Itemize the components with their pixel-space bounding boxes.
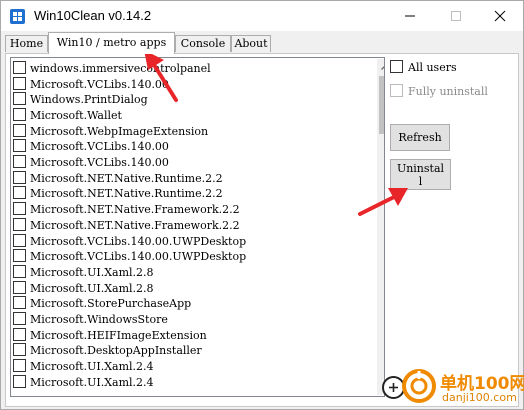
app-checkbox[interactable] [13,265,26,278]
app-name: Microsoft.VCLibs.140.00 [30,140,169,153]
app-checkbox[interactable] [13,359,26,372]
scroll-up-arrow-icon[interactable] [377,59,385,76]
app-name: Microsoft.VCLibs.140.00 [30,78,169,91]
app-name: Microsoft.UI.Xaml.2.4 [30,360,154,373]
app-name: Windows.PrintDialog [30,93,148,106]
app-checkbox[interactable] [13,328,26,341]
list-item[interactable]: Microsoft.HEIFImageExtension [13,328,207,343]
app-name: windows.immersivecontrolpanel [30,62,211,75]
list-item[interactable]: Microsoft.WebpImageExtension [13,124,208,139]
list-item[interactable]: Microsoft.VCLibs.140.00.UWPDesktop [13,249,246,264]
fully-uninstall-label: Fully uninstall [408,85,488,98]
app-checkbox[interactable] [13,343,26,356]
app-name: Microsoft.NET.Native.Runtime.2.2 [30,187,223,200]
apps-listbox[interactable]: windows.immersivecontrolpanel Microsoft.… [10,57,385,397]
app-name: Microsoft.UI.Xaml.2.8 [30,266,154,279]
list-item[interactable]: Microsoft.NET.Native.Runtime.2.2 [13,186,223,201]
list-item[interactable]: Microsoft.NET.Native.Framework.2.2 [13,202,240,217]
app-name: Microsoft.UI.Xaml.2.8 [30,282,154,295]
minimize-button[interactable] [387,1,433,31]
app-name: Microsoft.WebpImageExtension [30,125,209,138]
tab-about[interactable]: About [231,35,271,52]
maximize-button[interactable] [433,1,479,31]
app-name: Microsoft.Wallet [30,109,122,122]
list-item[interactable]: Microsoft.VCLibs.140.00 [13,155,169,170]
app-name: Microsoft.NET.Native.Framework.2.2 [30,203,240,216]
app-checkbox[interactable] [13,312,26,325]
app-name: Microsoft.VCLibs.140.00.UWPDesktop [30,235,247,248]
app-checkbox[interactable] [13,61,26,74]
title-bar[interactable]: Win10Clean v0.14.2 [1,1,523,31]
tab-console[interactable]: Console [175,35,231,52]
app-checkbox[interactable] [13,108,26,121]
watermark-logo-icon [402,369,436,403]
minimize-icon [405,15,415,17]
vertical-scrollbar[interactable] [377,59,385,395]
list-item[interactable]: Microsoft.DesktopAppInstaller [13,343,202,358]
list-item[interactable]: Microsoft.UI.Xaml.2.8 [13,265,154,280]
uninstall-label-line2: l [418,175,423,188]
app-checkbox[interactable] [13,281,26,294]
app-checkbox[interactable] [13,249,26,262]
tab-home[interactable]: Home [5,35,48,52]
list-item[interactable]: Microsoft.WindowsStore [13,312,168,327]
app-name: Microsoft.VCLibs.140.00.UWPDesktop [30,250,247,263]
app-name: Microsoft.NET.Native.Framework.2.2 [30,219,240,232]
list-item[interactable]: windows.immersivecontrolpanel [13,61,211,76]
app-name: Microsoft.VCLibs.140.00 [30,156,169,169]
app-name: Microsoft.StorePurchaseApp [30,297,192,310]
app-name: Microsoft.WindowsStore [30,313,168,326]
all-users-checkbox[interactable] [390,60,403,73]
plus-icon [389,383,398,392]
list-item[interactable]: Microsoft.VCLibs.140.00 [13,77,169,92]
list-item[interactable]: Windows.PrintDialog [13,92,148,107]
app-checkbox[interactable] [13,186,26,199]
maximize-icon [451,11,461,21]
app-window: Win10Clean v0.14.2 Home Win10 / metro ap… [0,0,524,410]
app-checkbox[interactable] [13,296,26,309]
app-checkbox[interactable] [13,171,26,184]
tab-bar: Home Win10 / metro apps Console About [5,32,305,54]
list-item[interactable]: Microsoft.NET.Native.Framework.2.2 [13,218,240,233]
app-icon [10,9,25,24]
list-item[interactable]: Microsoft.NET.Native.Runtime.2.2 [13,171,223,186]
app-checkbox[interactable] [13,92,26,105]
list-item[interactable]: Microsoft.VCLibs.140.00.UWPDesktop [13,234,246,249]
app-checkbox[interactable] [13,218,26,231]
list-item[interactable]: Microsoft.UI.Xaml.2.8 [13,281,154,296]
app-checkbox[interactable] [13,124,26,137]
app-name: Microsoft.NET.Native.Runtime.2.2 [30,172,223,185]
app-checkbox[interactable] [13,155,26,168]
all-users-label: All users [408,61,457,74]
close-icon [494,10,506,22]
list-item[interactable]: Microsoft.UI.Xaml.2.4 [13,359,154,374]
app-checkbox[interactable] [13,234,26,247]
app-checkbox[interactable] [13,139,26,152]
app-name: Microsoft.DesktopAppInstaller [30,344,202,357]
app-checkbox[interactable] [13,77,26,90]
fully-uninstall-option: Fully uninstall [390,84,488,99]
scrollbar-thumb[interactable] [379,76,384,134]
app-name: Microsoft.UI.Xaml.2.4 [30,376,154,389]
uninstall-button[interactable]: Uninstal l [390,159,451,190]
app-checkbox[interactable] [13,375,26,388]
list-item[interactable]: Microsoft.Wallet [13,108,122,123]
app-checkbox[interactable] [13,202,26,215]
list-item[interactable]: Microsoft.StorePurchaseApp [13,296,191,311]
list-item[interactable]: Microsoft.UI.Xaml.2.4 [13,375,154,390]
all-users-option[interactable]: All users [390,60,457,75]
tab-win10-metro-apps[interactable]: Win10 / metro apps [48,32,175,54]
uninstall-label-line1: Uninstal [396,162,445,175]
list-item[interactable]: Microsoft.VCLibs.140.00 [13,139,169,154]
close-button[interactable] [477,1,523,31]
fully-uninstall-checkbox [390,84,403,97]
app-name: Microsoft.HEIFImageExtension [30,329,207,342]
watermark-url: danji100.com [442,391,517,404]
refresh-button[interactable]: Refresh [390,124,450,151]
window-title: Win10Clean v0.14.2 [34,8,152,23]
